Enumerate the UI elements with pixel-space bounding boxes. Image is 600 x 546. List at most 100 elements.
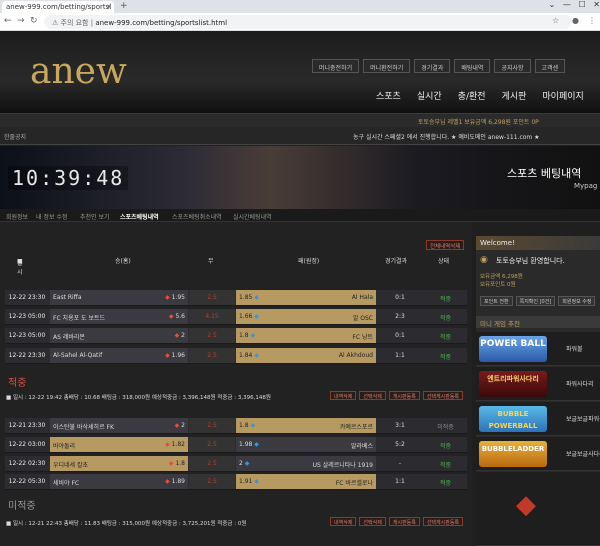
game-bubble-ladder[interactable]: BUBBLELADDER 보글보글사다리 — [476, 437, 600, 471]
post-board-button[interactable]: 게시판등록 — [388, 391, 420, 400]
header-status: 상태 — [438, 258, 450, 265]
delete-all-button[interactable]: 전체내역삭제 — [426, 240, 465, 250]
notice-text: 농구 실시간 스페셜2 에서 진행합니다. ★ 예비도메인 anew-111.c… — [353, 134, 540, 141]
bet-checkbox[interactable]: ■ — [6, 521, 13, 527]
back-icon[interactable]: ← — [4, 16, 12, 26]
page-banner: 10:39:48 스포츠 베팅내역 Mypag — [0, 146, 600, 209]
home-team-cell[interactable]: 우디네세 칼초 ◆ 1.8 — [50, 456, 188, 471]
draw-odd[interactable]: 2.5 — [189, 348, 235, 363]
away-team: FC 낭트 — [352, 334, 373, 341]
away-team-cell[interactable]: 1.84 ◆ Al Akhdoud — [236, 348, 376, 363]
power-ladder-logo: 엔트리파워사다리 — [479, 371, 547, 397]
table-row: 12-22 23:30 Al-Sahel Al-Qatif ◆ 1.96 2.5 1.8… — [5, 348, 467, 364]
reload-icon[interactable]: ↻ — [30, 16, 38, 26]
bubble-ladder-logo: BUBBLELADDER — [479, 441, 547, 467]
home-team-cell[interactable]: Al-Sahel Al-Qatif ◆ 1.96 — [50, 348, 188, 363]
bet-history-panel: 전체내역삭제 ■ 일시 승(홈) 무 패(원정) 경기결과 상태 12-22 23… — [0, 222, 472, 546]
post-selected-board-button[interactable]: 선택게시판등록 — [422, 391, 464, 400]
away-team-cell[interactable]: 1.8 ◆ 카예르스포르 — [236, 418, 376, 433]
status-badge: 적중 — [439, 315, 452, 322]
game-bubble-powerball[interactable]: BUBBLE POWERBALL 보글보글파워볼 — [476, 402, 600, 436]
delete-selected-button[interactable]: 선택삭제 — [359, 517, 386, 526]
home-team: East Riffa — [53, 294, 82, 301]
away-team-cell[interactable]: 1.91 ◆ FC 바르셀로나 — [236, 474, 376, 489]
nav-mypage[interactable]: 마이페이지 — [542, 89, 583, 102]
user-bar: 토토승부님 레벨1 보유금액 6,298원 포인트 0P — [0, 113, 600, 127]
nav-sports[interactable]: 스포츠 — [376, 89, 401, 102]
draw-odd[interactable]: 2.5 — [189, 456, 235, 471]
subnav-sports-bets[interactable]: 스포츠베팅내역 — [120, 212, 159, 221]
top-button-bet-history[interactable]: 배팅내역 — [454, 59, 491, 73]
draw-odd[interactable]: 2.5 — [189, 328, 235, 343]
notice-bar: 한줄공지 농구 실시간 스페셜2 에서 진행합니다. ★ 예비도메인 anew-… — [0, 127, 600, 145]
bookmark-star-icon[interactable]: ☆ — [552, 16, 559, 25]
bet-checkbox[interactable]: ■ — [6, 395, 13, 401]
away-team-cell[interactable]: 1.85 ◆ Al Hala — [236, 290, 376, 305]
top-button-support[interactable]: 고객센 — [534, 59, 566, 73]
address-warning: 주의 요함 — [60, 19, 89, 27]
draw-odd[interactable]: 4.15 — [189, 309, 235, 324]
delete-selected-button[interactable]: 선택삭제 — [359, 391, 386, 400]
nav-cash[interactable]: 충/환전 — [458, 89, 486, 102]
new-tab-icon[interactable]: + — [120, 1, 128, 11]
nav-live[interactable]: 실시간 — [417, 89, 442, 102]
home-team-cell[interactable]: 세비야 FC ◆ 1.89 — [50, 474, 188, 489]
draw-odd[interactable]: 2.5 — [189, 474, 235, 489]
home-team-cell[interactable]: FC 치용포 도 보트드 ◆ 5.6 — [50, 309, 188, 324]
game-power-ladder[interactable]: 엔트리파워사다리 파워사다리 — [476, 367, 600, 401]
game-more[interactable]: ◆ — [476, 472, 600, 546]
away-team-cell[interactable]: 2 ◆ US 살레르니타나 1919 — [236, 456, 376, 471]
subnav-live-bets[interactable]: 실시간베팅내역 — [233, 212, 272, 221]
match-date: 12-22 02:30 — [8, 460, 46, 467]
user-info: 토토승부님 레벨1 보유금액 6,298원 포인트 0P — [418, 119, 539, 126]
home-odd: ◆ 1.95 — [165, 294, 185, 301]
point-convert-button[interactable]: 포인트 전환 — [480, 296, 513, 306]
draw-odd[interactable]: 2.5 — [189, 437, 235, 452]
match-score: 0:1 — [395, 294, 405, 301]
sidebar: Welcome! ◉ 토토승부님 환영합니다. 보유금액 6,298원 보유포인… — [476, 236, 600, 546]
subnav-sports-cancel[interactable]: 스포츠베팅취소내역 — [172, 212, 222, 221]
messages-button[interactable]: 쪽지확인 [0건] — [515, 296, 556, 306]
draw-odd[interactable]: 2.5 — [189, 290, 235, 305]
home-team-cell[interactable]: AS 레바리몬 ◆ 2 — [50, 328, 188, 343]
status-badge: 적중 — [439, 462, 452, 469]
post-selected-board-button[interactable]: 선택게시판등록 — [422, 517, 464, 526]
top-button-withdraw[interactable]: 머니환전하기 — [363, 59, 411, 73]
away-team-cell[interactable]: 1.66 ◆ 알 OSC — [236, 309, 376, 324]
game-powerball[interactable]: POWER BALL 파워볼 — [476, 332, 600, 366]
home-team-cell[interactable]: East Riffa ◆ 1.95 — [50, 290, 188, 305]
welcome-buttons: 포인트 전환 쪽지확인 [0건] 회원정보 수정 — [480, 296, 596, 306]
address-bar[interactable]: ⚠ 주의 요함 | anew-999.com/betting/sportslis… — [44, 15, 572, 29]
page-subtitle: Mypag — [574, 182, 598, 190]
subnav-edit-profile[interactable]: 내 정보 수정 — [36, 212, 67, 221]
profile-icon[interactable]: ● — [572, 16, 579, 25]
close-icon[interactable]: ✕ — [106, 3, 112, 11]
status-badge: 적중 — [439, 443, 452, 450]
home-team-cell[interactable]: 이스탄불 바삭셰히르 FK ◆ 2 — [50, 418, 188, 433]
home-team: 세비야 FC — [53, 480, 80, 487]
subnav-referrals[interactable]: 추천인 보기 — [80, 212, 110, 221]
post-board-button[interactable]: 게시판등록 — [388, 517, 420, 526]
away-team-cell[interactable]: 1.8 ◆ FC 낭트 — [236, 328, 376, 343]
menu-icon[interactable]: ⋮ — [588, 16, 596, 25]
subnav-member-info[interactable]: 회원정보 — [6, 212, 28, 221]
top-button-deposit[interactable]: 머니충전하기 — [312, 59, 360, 73]
game-name: 보글보글파워볼 — [566, 416, 600, 423]
home-odd: ◆ 1.89 — [165, 478, 185, 485]
forward-icon[interactable]: → — [17, 16, 25, 26]
site-logo[interactable]: anew — [30, 51, 127, 92]
delete-bet-button[interactable]: 내역삭제 — [330, 391, 357, 400]
nav-board[interactable]: 게시판 — [502, 89, 527, 102]
delete-bet-button[interactable]: 내역삭제 — [330, 517, 357, 526]
table-row: 12-22 03:00 바야돌리 ◆ 1.82 2.5 1.98 ◆ 알라베스 5:2 적중 — [5, 437, 467, 453]
browser-tab[interactable]: anew-999.com/betting/sportsl ✕ — [2, 1, 114, 13]
top-button-notice[interactable]: 공지사항 — [494, 59, 531, 73]
home-team-cell[interactable]: 바야돌리 ◆ 1.82 — [50, 437, 188, 452]
draw-odd[interactable]: 2.5 — [189, 418, 235, 433]
top-button-results[interactable]: 경기결과 — [414, 59, 451, 73]
away-team-cell[interactable]: 1.98 ◆ 알라베스 — [236, 437, 376, 452]
edit-member-button[interactable]: 회원정보 수정 — [558, 296, 596, 306]
home-team: FC 치용포 도 보트드 — [53, 315, 106, 322]
header-draw: 무 — [208, 258, 214, 265]
window-controls[interactable]: ⌄ — ☐ ✕ — [520, 0, 600, 9]
